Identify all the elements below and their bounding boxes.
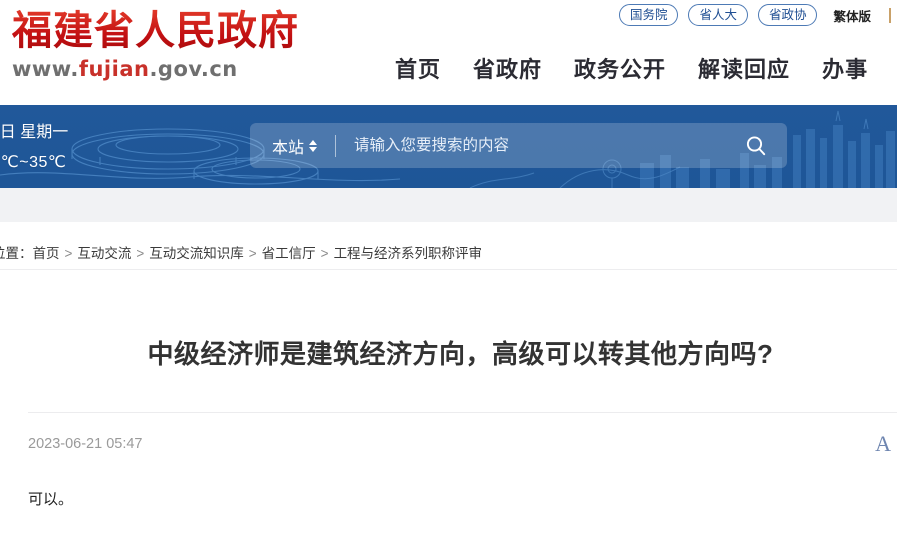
date-weather-block: 26日 星期一 26℃~35℃	[0, 118, 68, 178]
logo-title: 福建省人民政府	[12, 8, 332, 54]
nav-item-provincial-government[interactable]: 省政府	[473, 52, 542, 84]
search-input[interactable]	[352, 135, 739, 156]
main-navigation: 首页 省政府 政务公开 解读回应 办事	[395, 52, 868, 84]
chevron-updown-icon	[309, 139, 318, 152]
article-meta-divider	[28, 412, 897, 413]
breadcrumb-item-department[interactable]: 省工信厅	[262, 246, 316, 261]
breadcrumb-separator: >	[64, 246, 73, 261]
site-logo[interactable]: 福建省人民政府 www.fujian.gov.cn	[12, 8, 332, 82]
nav-item-interpretation[interactable]: 解读回应	[698, 52, 790, 84]
breadcrumb-item-knowledge-base[interactable]: 互动交流知识库	[149, 246, 244, 261]
top-link-shengzhengxie[interactable]: 省政协	[757, 4, 818, 26]
breadcrumb-item-interaction[interactable]: 互动交流	[77, 246, 131, 261]
search-icon	[746, 135, 766, 155]
top-link-guowuyuan[interactable]: 国务院	[618, 4, 679, 26]
traditional-chinese-toggle[interactable]: 繁体版	[833, 6, 871, 25]
nav-item-services[interactable]: 办事	[822, 52, 868, 84]
site-header: 福建省人民政府 www.fujian.gov.cn 国务院 省人大 省政协 繁体…	[0, 0, 897, 105]
logo-url-domain: fujian	[78, 57, 150, 81]
logo-url: www.fujian.gov.cn	[12, 56, 332, 82]
article-body: 可以。	[28, 491, 74, 508]
breadcrumb-separator: >	[320, 246, 329, 261]
article-content: 位置：首页 > 互动交流 > 互动交流知识库 > 省工信厅 > 工程与经济系列职称评审 中级经济…	[0, 222, 897, 543]
current-date: 26日 星期一	[0, 124, 69, 141]
font-size-control[interactable]: A	[875, 431, 891, 457]
top-link-shengrenda[interactable]: 省人大	[688, 4, 748, 26]
top-links-divider	[889, 7, 891, 23]
article-timestamp: 2023-06-21 05:47	[28, 436, 143, 452]
nav-item-government-affairs[interactable]: 政务公开	[574, 52, 666, 84]
breadcrumb-divider	[0, 269, 897, 270]
search-scope-label: 本站	[272, 139, 305, 157]
breadcrumb-separator: >	[136, 246, 145, 261]
search-scope-selector[interactable]: 本站	[272, 134, 318, 158]
breadcrumb-separator: >	[248, 246, 257, 261]
font-size-large-button[interactable]: A	[875, 431, 891, 457]
search-submit-button[interactable]	[739, 129, 773, 163]
breadcrumb-item-home[interactable]: 首页	[33, 246, 60, 261]
logo-url-suffix: .gov.cn	[149, 57, 238, 81]
content-top-spacer	[0, 188, 897, 222]
nav-item-home[interactable]: 首页	[395, 52, 441, 84]
breadcrumb-item-category[interactable]: 工程与经济系列职称评审	[334, 246, 483, 261]
search-divider	[335, 134, 337, 157]
current-weather: 26℃~35℃	[0, 154, 67, 171]
article-title: 中级经济师是建筑经济方向，高级可以转其他方向吗?	[147, 339, 774, 370]
logo-url-prefix: www.	[12, 57, 79, 81]
breadcrumb-prefix: 位置：	[0, 246, 33, 261]
breadcrumb: 位置：首页 > 互动交流 > 互动交流知识库 > 省工信厅 > 工程与经济系列职称评审	[0, 242, 482, 262]
top-links: 国务院 省人大 省政协 繁体版	[618, 4, 891, 26]
article-meta-row: 2023-06-21 05:47 A	[0, 427, 897, 461]
site-search-bar[interactable]: 本站	[250, 123, 787, 168]
